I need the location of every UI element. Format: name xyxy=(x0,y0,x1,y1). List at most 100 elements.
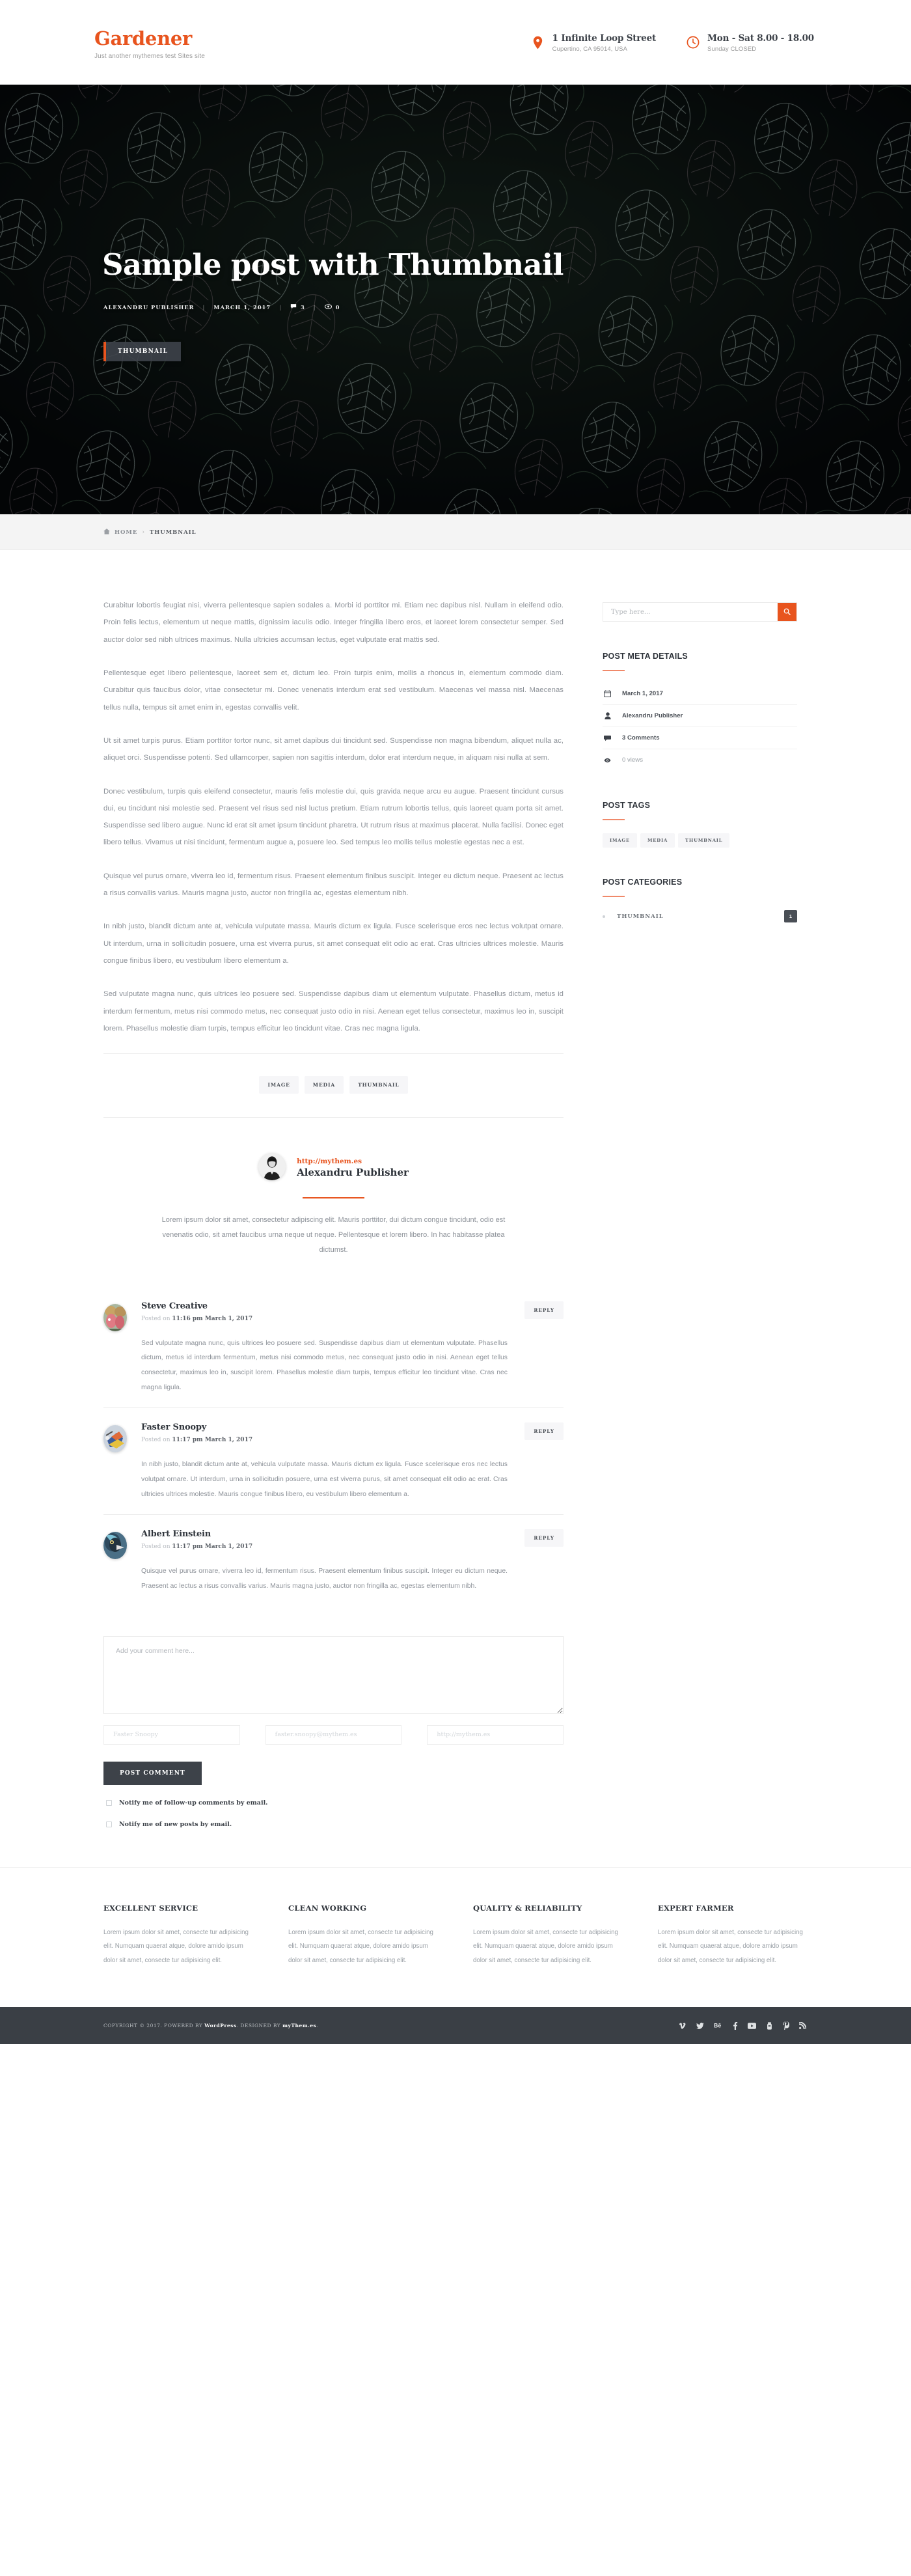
youtube-icon[interactable] xyxy=(748,2022,756,2029)
newposts-label: Notify me of new posts by email. xyxy=(119,1820,232,1828)
website-field[interactable] xyxy=(427,1724,564,1745)
reply-button[interactable]: REPLY xyxy=(524,1529,564,1547)
wordpress-link[interactable]: WordPress xyxy=(204,2023,236,2029)
site-brand[interactable]: Gardener Just another mythemes test Site… xyxy=(94,25,205,60)
comment-date: Posted on 11:17 pm March 1, 2017 xyxy=(141,1437,511,1443)
post-tag[interactable]: MEDIA xyxy=(304,1076,344,1094)
post-content: Curabitur lobortis feugiat nisi, viverra… xyxy=(94,597,573,1828)
copyright-text: COPYRIGHT © 2017. POWERED BY WordPress. … xyxy=(103,2023,318,2029)
post-paragraph: Ut sit amet turpis purus. Etiam porttito… xyxy=(103,736,564,762)
footer-column-text: Lorem ipsum dolor sit amet, consecte tur… xyxy=(288,1928,433,1965)
followup-label: Notify me of follow-up comments by email… xyxy=(119,1799,268,1807)
bullet-icon xyxy=(603,915,605,918)
author-website-link[interactable]: http://mythem.es xyxy=(297,1157,362,1165)
search-input[interactable] xyxy=(603,603,778,621)
pinterest-icon[interactable] xyxy=(783,2021,789,2030)
sidebar-tag[interactable]: THUMBNAIL xyxy=(678,833,730,848)
hero-views: 0 xyxy=(324,304,340,311)
meta-label: 3 Comments xyxy=(622,734,660,741)
comment-author: Faster Snoopy xyxy=(141,1422,207,1433)
post-tag-list: IMAGE MEDIA THUMBNAIL xyxy=(103,1067,564,1104)
followup-notify-row[interactable]: Notify me of follow-up comments by email… xyxy=(103,1799,564,1807)
facebook-icon[interactable] xyxy=(733,2021,738,2030)
header-address: 1 Infinite Loop Street Cupertino, CA 950… xyxy=(531,33,656,53)
divider xyxy=(103,1053,564,1055)
brand-name: Gardener xyxy=(94,27,192,49)
footer-column: EXCELLENT SERVICE Lorem ipsum dolor sit … xyxy=(103,1904,262,1968)
post-paragraph: Quisque vel purus ornare, viverra leo id… xyxy=(103,872,564,898)
widget-rule xyxy=(603,670,625,671)
author-box: http://mythem.es Alexandru Publisher Lor… xyxy=(103,1131,564,1264)
name-field[interactable] xyxy=(103,1724,240,1745)
widget-title: POST META DETAILS xyxy=(603,652,688,661)
comment-timestamp: 11:16 pm March 1, 2017 xyxy=(172,1315,253,1322)
chevron-right-icon: › xyxy=(142,529,145,536)
comment-timestamp: 11:17 pm March 1, 2017 xyxy=(172,1543,253,1550)
svg-text:Bē: Bē xyxy=(714,2023,721,2029)
flickr-icon[interactable] xyxy=(766,2021,773,2030)
posted-prefix: Posted on xyxy=(141,1315,172,1322)
post-paragraph: Pellentesque eget libero pellentesque, l… xyxy=(103,669,564,712)
meta-row-author: Alexandru Publisher xyxy=(603,705,797,727)
footer-column: QUALITY & RELIABILITY Lorem ipsum dolor … xyxy=(473,1904,632,1968)
meta-label: March 1, 2017 xyxy=(622,690,663,697)
hero-comments[interactable]: 3 xyxy=(290,303,305,311)
post-comment-button[interactable]: POST COMMENT xyxy=(103,1761,202,1785)
sidebar: POST META DETAILS March 1, 2017 Alexandr… xyxy=(573,597,797,922)
comment-item: Faster Snoopy Posted on 11:17 pm March 1… xyxy=(103,1407,564,1514)
comment-icon xyxy=(604,735,611,741)
breadcrumb-home-link[interactable]: HOME xyxy=(115,529,137,536)
page-title: Sample post with Thumbnail xyxy=(102,247,564,282)
post-tag[interactable]: IMAGE xyxy=(259,1076,299,1094)
comment-icon xyxy=(290,303,297,311)
hero-post-meta: ALEXANDRU PUBLISHER | MARCH 1, 2017 | 3 … xyxy=(103,303,340,311)
footer-column-text: Lorem ipsum dolor sit amet, consecte tur… xyxy=(658,1928,803,1965)
twitter-icon[interactable] xyxy=(696,2022,704,2030)
clock-icon xyxy=(686,33,700,52)
category-count-badge: 1 xyxy=(783,910,797,922)
badge-label: THUMBNAIL xyxy=(106,342,182,361)
footer-column: EXPERT FARMER Lorem ipsum dolor sit amet… xyxy=(658,1904,817,1968)
vimeo-icon[interactable] xyxy=(679,2022,687,2030)
followup-checkbox[interactable] xyxy=(106,1799,112,1806)
behance-icon[interactable]: Bē xyxy=(714,2022,723,2029)
footer-widgets: EXCELLENT SERVICE Lorem ipsum dolor sit … xyxy=(0,1866,911,2008)
hero-author[interactable]: ALEXANDRU PUBLISHER xyxy=(103,304,195,311)
sidebar-tag[interactable]: IMAGE xyxy=(603,833,637,848)
sidebar-tag[interactable]: MEDIA xyxy=(640,833,675,848)
footer-column-text: Lorem ipsum dolor sit amet, consecte tur… xyxy=(473,1928,618,1965)
header-hours: Mon - Sat 8.00 - 18.00 Sunday CLOSED xyxy=(686,33,814,53)
email-field[interactable] xyxy=(265,1724,402,1745)
widget-title: POST CATEGORIES xyxy=(603,878,683,887)
widget-post-meta: POST META DETAILS March 1, 2017 Alexandr… xyxy=(603,652,797,771)
footer-column-title: EXCELLENT SERVICE xyxy=(103,1903,198,1913)
mythemes-link[interactable]: myThem.es xyxy=(282,2023,316,2029)
reply-button[interactable]: REPLY xyxy=(524,1422,564,1441)
user-icon xyxy=(604,712,611,719)
comment-timestamp: 11:17 pm March 1, 2017 xyxy=(172,1437,253,1444)
reply-button[interactable]: REPLY xyxy=(524,1301,564,1319)
post-paragraph: Curabitur lobortis feugiat nisi, viverra… xyxy=(103,602,564,644)
category-link[interactable]: THUMBNAIL xyxy=(617,913,664,920)
widget-title: POST TAGS xyxy=(603,801,651,810)
newposts-checkbox[interactable] xyxy=(106,1821,112,1827)
comment-textarea[interactable] xyxy=(103,1635,564,1714)
widget-rule xyxy=(603,896,625,897)
header-info-group: 1 Infinite Loop Street Cupertino, CA 950… xyxy=(531,33,817,53)
breadcrumb-current: THUMBNAIL xyxy=(149,529,197,536)
post-paragraph: In nibh justo, blandit dictum ante at, v… xyxy=(103,922,564,965)
category-row: THUMBNAIL 1 xyxy=(603,910,797,922)
search-button[interactable] xyxy=(778,603,796,621)
divider xyxy=(103,1117,564,1118)
widget-post-tags: POST TAGS IMAGE MEDIA THUMBNAIL xyxy=(603,801,797,848)
footer-column-title: CLEAN WORKING xyxy=(288,1903,367,1913)
search-icon xyxy=(783,607,791,617)
copyright-mid: . DESIGNED BY xyxy=(236,2023,283,2029)
rss-icon[interactable] xyxy=(799,2022,806,2030)
breadcrumb: HOME › THUMBNAIL xyxy=(94,514,817,550)
avatar xyxy=(103,1303,127,1331)
map-pin-icon xyxy=(531,33,545,52)
newposts-notify-row[interactable]: Notify me of new posts by email. xyxy=(103,1821,564,1828)
comment-text: Sed vulputate magna nunc, quis ultrices … xyxy=(141,1339,508,1392)
post-tag[interactable]: THUMBNAIL xyxy=(349,1076,408,1094)
